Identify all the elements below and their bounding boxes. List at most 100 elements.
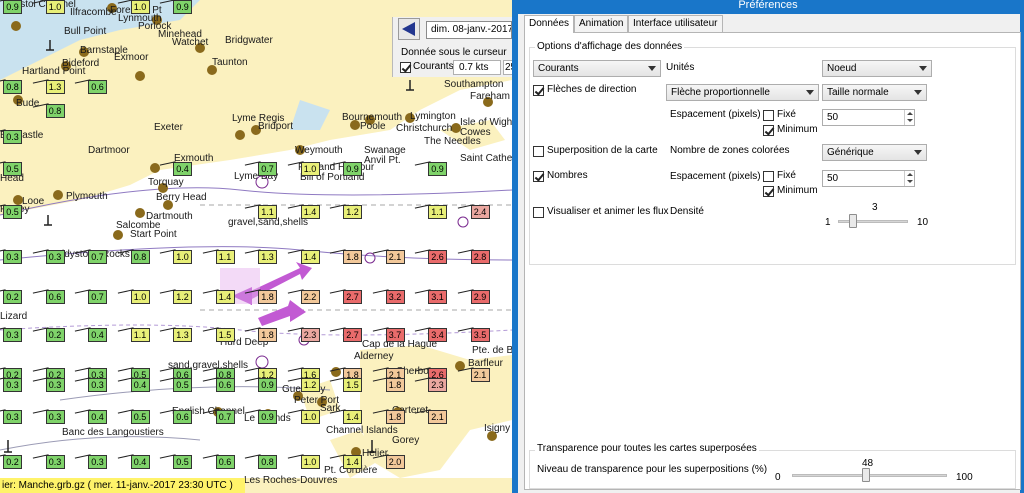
current-value-badge: 2.9: [470, 290, 490, 304]
fixed-checkbox-1[interactable]: [763, 110, 774, 121]
tab-animation[interactable]: Animation: [574, 15, 629, 32]
place-label: Dartmoor: [88, 145, 130, 156]
current-value-badge: 0.6: [45, 290, 65, 304]
flow-checkbox[interactable]: [533, 207, 544, 218]
place-label: Berry Head: [156, 192, 207, 203]
current-value-badge: 0.3: [3, 410, 22, 424]
spin-down-icon[interactable]: [904, 117, 914, 125]
current-value-badge: 1.4: [300, 205, 320, 219]
current-value-badge: 1.8: [343, 250, 362, 264]
date-selector[interactable]: dim. 08-janv.-2017: [426, 21, 512, 39]
current-value-badge: 0.5: [3, 205, 22, 219]
current-value-badge: 1.0: [45, 0, 65, 14]
units-select[interactable]: Noeud: [822, 60, 932, 77]
current-value-badge: 0.9: [343, 162, 362, 176]
current-value-badge: 0.5: [130, 410, 150, 424]
donnees-tab-panel: Options d'affichage des données Courants…: [524, 32, 1021, 490]
current-value-badge: 0.4: [173, 162, 192, 176]
place-label: Watchet: [172, 37, 209, 48]
current-value-badge: 0.3: [88, 378, 107, 392]
place-label: Bull Point: [64, 26, 107, 37]
current-value-badge: 0.9: [428, 162, 447, 176]
current-value-badge: 0.4: [130, 455, 150, 469]
current-value-badge: 0.6: [88, 80, 107, 94]
current-value-badge: 0.3: [88, 455, 107, 469]
place-label: Channel Islands: [326, 425, 398, 436]
minimum-checkbox-1[interactable]: [763, 125, 774, 136]
current-value-badge: 1.0: [130, 0, 150, 14]
place-label: Bridport: [258, 121, 294, 132]
arrow-style-select[interactable]: Flèche proportionnelle: [666, 84, 819, 101]
current-value-badge: 3.2: [385, 290, 405, 304]
current-value-badge: 3.5: [470, 328, 490, 342]
density-value: 3: [872, 202, 878, 213]
spacing-spinbox-1[interactable]: 50: [822, 109, 915, 126]
current-value-badge: 0.5: [173, 378, 192, 392]
place-label: Poole: [360, 121, 386, 132]
place-label: gravel,sand,shells: [228, 217, 309, 228]
place-label: Les Roches-Douvres: [244, 475, 338, 486]
current-value-badge: 1.3: [173, 328, 192, 342]
current-value-badge: 1.0: [300, 410, 320, 424]
transparency-min: 0: [775, 472, 781, 483]
overlay-checkbox[interactable]: [533, 146, 544, 157]
previous-date-button[interactable]: [398, 18, 420, 40]
status-bar-file: ier: Manche.grb.gz ( mer. 11-janv.-2017 …: [0, 478, 245, 493]
density-max: 10: [917, 217, 929, 228]
current-value-badge: 2.3: [300, 328, 320, 342]
current-value-badge: 1.8: [258, 328, 277, 342]
current-value-badge: 1.2: [173, 290, 192, 304]
transparency-slider-thumb[interactable]: [862, 468, 871, 482]
zones-select[interactable]: Générique: [822, 144, 927, 161]
current-value-badge: 1.1: [428, 205, 447, 219]
fixed-label-1: Fixé: [777, 109, 796, 120]
current-value-badge: 1.8: [385, 410, 405, 424]
spacing-spinbox-2[interactable]: 50: [822, 170, 915, 187]
overlay-label: Superposition de la carte: [547, 145, 658, 156]
current-value-badge: 1.4: [343, 410, 362, 424]
current-value-badge: 0.5: [3, 162, 22, 176]
place-label: Plymouth: [66, 191, 108, 202]
current-value-badge: 1.8: [258, 290, 277, 304]
current-value-badge: 0.7: [88, 250, 107, 264]
numbers-checkbox[interactable]: [533, 171, 544, 182]
current-value-badge: 3.7: [385, 328, 405, 342]
courants-checkbox[interactable]: [400, 62, 411, 73]
data-type-select[interactable]: Courants: [533, 60, 661, 77]
current-value-badge: 0.3: [45, 378, 65, 392]
current-value-badge: 2.0: [385, 455, 405, 469]
current-value-badge: 1.0: [300, 455, 320, 469]
tab-donnees[interactable]: Données: [524, 15, 575, 33]
arrows-checkbox[interactable]: [533, 85, 544, 96]
spacing-label-2: Espacement (pixels): [670, 171, 761, 182]
place-label: Christchurch: [396, 123, 453, 134]
preferences-window-title[interactable]: Préférences: [512, 0, 1024, 14]
density-slider-thumb[interactable]: [849, 214, 858, 228]
current-value-badge: 0.9: [258, 378, 277, 392]
place-label: Southampton: [444, 79, 504, 90]
flow-label: Visualiser et animer les flux: [547, 206, 669, 217]
current-value-badge: 0.8: [3, 80, 22, 94]
place-label: Saint Catherine: [460, 153, 512, 164]
place-label: Exmoor: [114, 52, 149, 63]
fixed-checkbox-2[interactable]: [763, 171, 774, 182]
place-label: Torquay: [148, 177, 184, 188]
current-value-badge: 0.7: [88, 290, 107, 304]
place-label: Anvil Pt.: [364, 155, 401, 166]
tab-interface[interactable]: Interface utilisateur: [628, 15, 723, 32]
current-value-badge: 1.5: [215, 328, 235, 342]
current-value-badge: 0.3: [3, 328, 22, 342]
current-value-badge: 2.1: [470, 368, 490, 382]
current-value-badge: 2.3: [428, 378, 447, 392]
spin-down-icon[interactable]: [904, 178, 914, 186]
current-value-badge: 2.1: [428, 410, 447, 424]
current-value-badge: 0.6: [215, 455, 235, 469]
minimum-checkbox-2[interactable]: [763, 186, 774, 197]
current-value-badge: 2.6: [428, 250, 447, 264]
arrows-label: Flèches de direction: [547, 84, 637, 95]
spacing-label: Espacement (pixels): [670, 109, 761, 120]
arrow-size-select[interactable]: Taille normale: [822, 84, 927, 101]
courants-value: 0.7 kts: [453, 60, 501, 75]
place-label: Taunton: [212, 57, 248, 68]
place-label: Banc des Langoustiers: [62, 427, 164, 438]
